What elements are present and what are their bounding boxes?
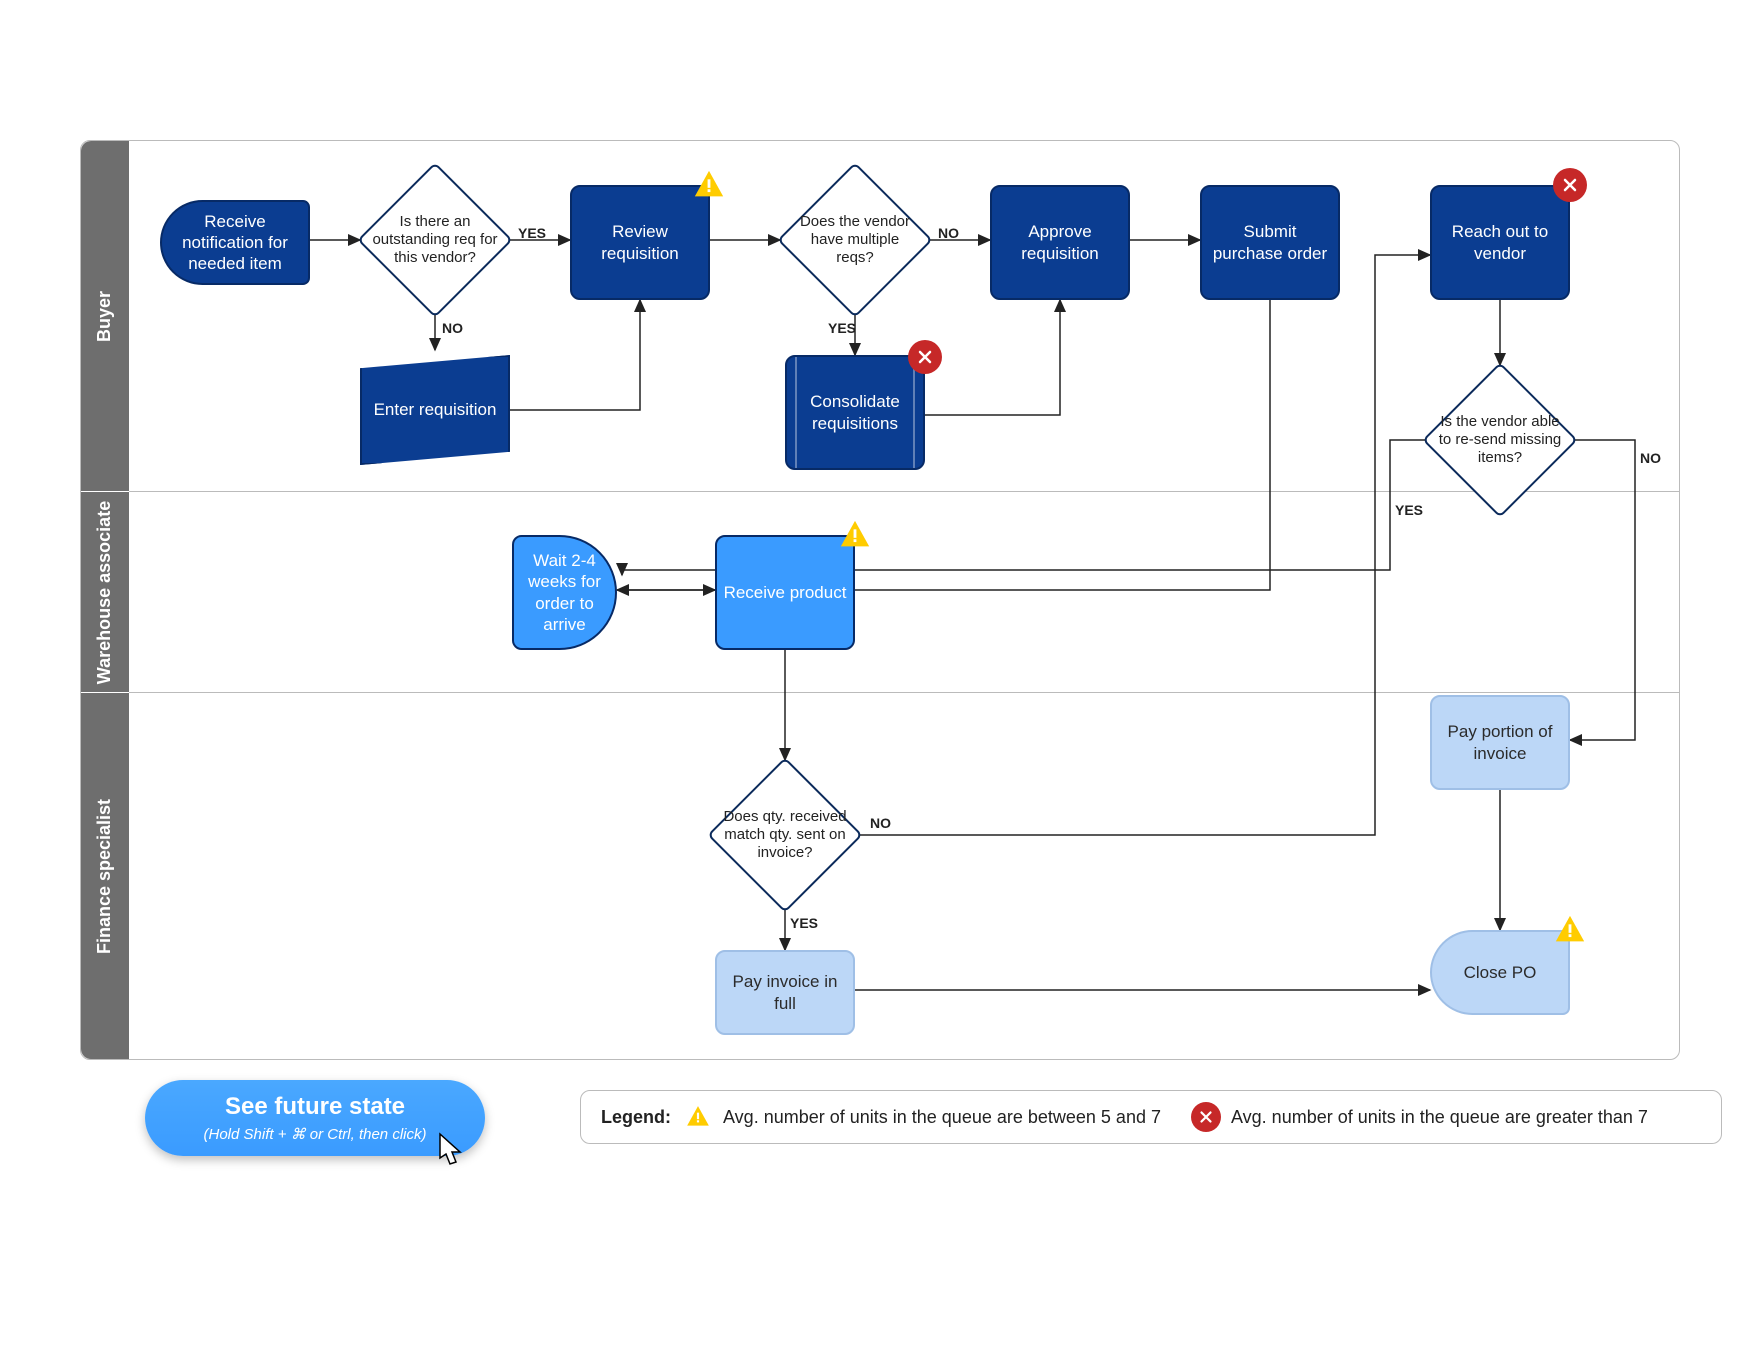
- node-label: Wait 2-4 weeks for order to arrive: [520, 550, 609, 635]
- node-vendor-resend[interactable]: Is the vendor able to re-send missing it…: [1425, 365, 1575, 515]
- node-label: Approve requisition: [998, 221, 1122, 264]
- node-receive-notification[interactable]: Receive notification for needed item: [160, 200, 310, 285]
- node-label: Does the vendor have multiple reqs?: [790, 213, 920, 267]
- node-wait-weeks[interactable]: Wait 2-4 weeks for order to arrive: [512, 535, 617, 650]
- lane-separator: [129, 692, 1679, 693]
- button-subtitle: (Hold Shift + ⌘ or Ctrl, then click): [204, 1125, 427, 1143]
- node-label: Receive product: [724, 582, 847, 603]
- node-enter-requisition[interactable]: Enter requisition: [360, 355, 510, 465]
- node-multiple-reqs[interactable]: Does the vendor have multiple reqs?: [780, 165, 930, 315]
- node-consolidate[interactable]: Consolidate requisitions: [785, 355, 925, 470]
- node-qty-match[interactable]: Does qty. received match qty. sent on in…: [710, 760, 860, 910]
- node-outstanding-req[interactable]: Is there an outstanding req for this ven…: [360, 165, 510, 315]
- legend-text: Avg. number of units in the queue are be…: [723, 1107, 1161, 1128]
- node-label: Receive notification for needed item: [168, 211, 302, 275]
- node-label: Enter requisition: [374, 399, 497, 420]
- node-close-po[interactable]: Close PO: [1430, 930, 1570, 1015]
- button-title: See future state: [225, 1093, 405, 1121]
- legend-item-warn: Avg. number of units in the queue are be…: [683, 1102, 1161, 1132]
- lane-label: Finance specialist: [95, 798, 116, 953]
- node-receive-product[interactable]: Receive product: [715, 535, 855, 650]
- node-review-requisition[interactable]: Review requisition: [570, 185, 710, 300]
- node-pay-portion[interactable]: Pay portion of invoice: [1430, 695, 1570, 790]
- error-icon: [1553, 168, 1587, 202]
- edge-label-yes: YES: [1395, 502, 1423, 518]
- warning-icon: [838, 518, 872, 552]
- node-label: Pay portion of invoice: [1438, 721, 1562, 764]
- error-icon: [908, 340, 942, 374]
- edge-label-no: NO: [442, 320, 463, 336]
- lane-label: Warehouse associate: [95, 500, 116, 683]
- edge-label-yes: YES: [790, 915, 818, 931]
- node-label: Is the vendor able to re-send missing it…: [1435, 413, 1565, 467]
- node-label: Does qty. received match qty. sent on in…: [720, 808, 850, 862]
- node-submit-po[interactable]: Submit purchase order: [1200, 185, 1340, 300]
- warning-icon: [692, 168, 726, 202]
- node-approve-requisition[interactable]: Approve requisition: [990, 185, 1130, 300]
- node-label: Consolidate requisitions: [793, 391, 917, 434]
- edge-label-no: NO: [870, 815, 891, 831]
- node-reach-out-vendor[interactable]: Reach out to vendor: [1430, 185, 1570, 300]
- node-label: Is there an outstanding req for this ven…: [370, 213, 500, 267]
- node-label: Close PO: [1464, 962, 1537, 983]
- edge-label-no: NO: [938, 225, 959, 241]
- node-label: Reach out to vendor: [1438, 221, 1562, 264]
- edge-label-yes: YES: [518, 225, 546, 241]
- lane-header-finance: Finance specialist: [81, 693, 129, 1059]
- cursor-icon: [430, 1130, 470, 1179]
- node-label: Submit purchase order: [1208, 221, 1332, 264]
- error-icon: [1191, 1102, 1221, 1132]
- diagram-canvas: Buyer Warehouse associate Finance specia…: [80, 140, 1680, 1140]
- legend-title: Legend:: [601, 1107, 671, 1128]
- edge-label-yes: YES: [828, 320, 856, 336]
- warning-icon: [1553, 913, 1587, 947]
- node-label: Pay invoice in full: [723, 971, 847, 1014]
- warning-icon: [683, 1102, 713, 1132]
- legend-text: Avg. number of units in the queue are gr…: [1231, 1107, 1648, 1128]
- lane-header-warehouse: Warehouse associate: [81, 492, 129, 692]
- node-pay-full[interactable]: Pay invoice in full: [715, 950, 855, 1035]
- legend: Legend: Avg. number of units in the queu…: [580, 1090, 1722, 1144]
- edge-label-no: NO: [1640, 450, 1661, 466]
- node-label: Review requisition: [578, 221, 702, 264]
- lane-header-buyer: Buyer: [81, 141, 129, 491]
- legend-item-err: Avg. number of units in the queue are gr…: [1191, 1102, 1648, 1132]
- lane-label: Buyer: [95, 290, 116, 341]
